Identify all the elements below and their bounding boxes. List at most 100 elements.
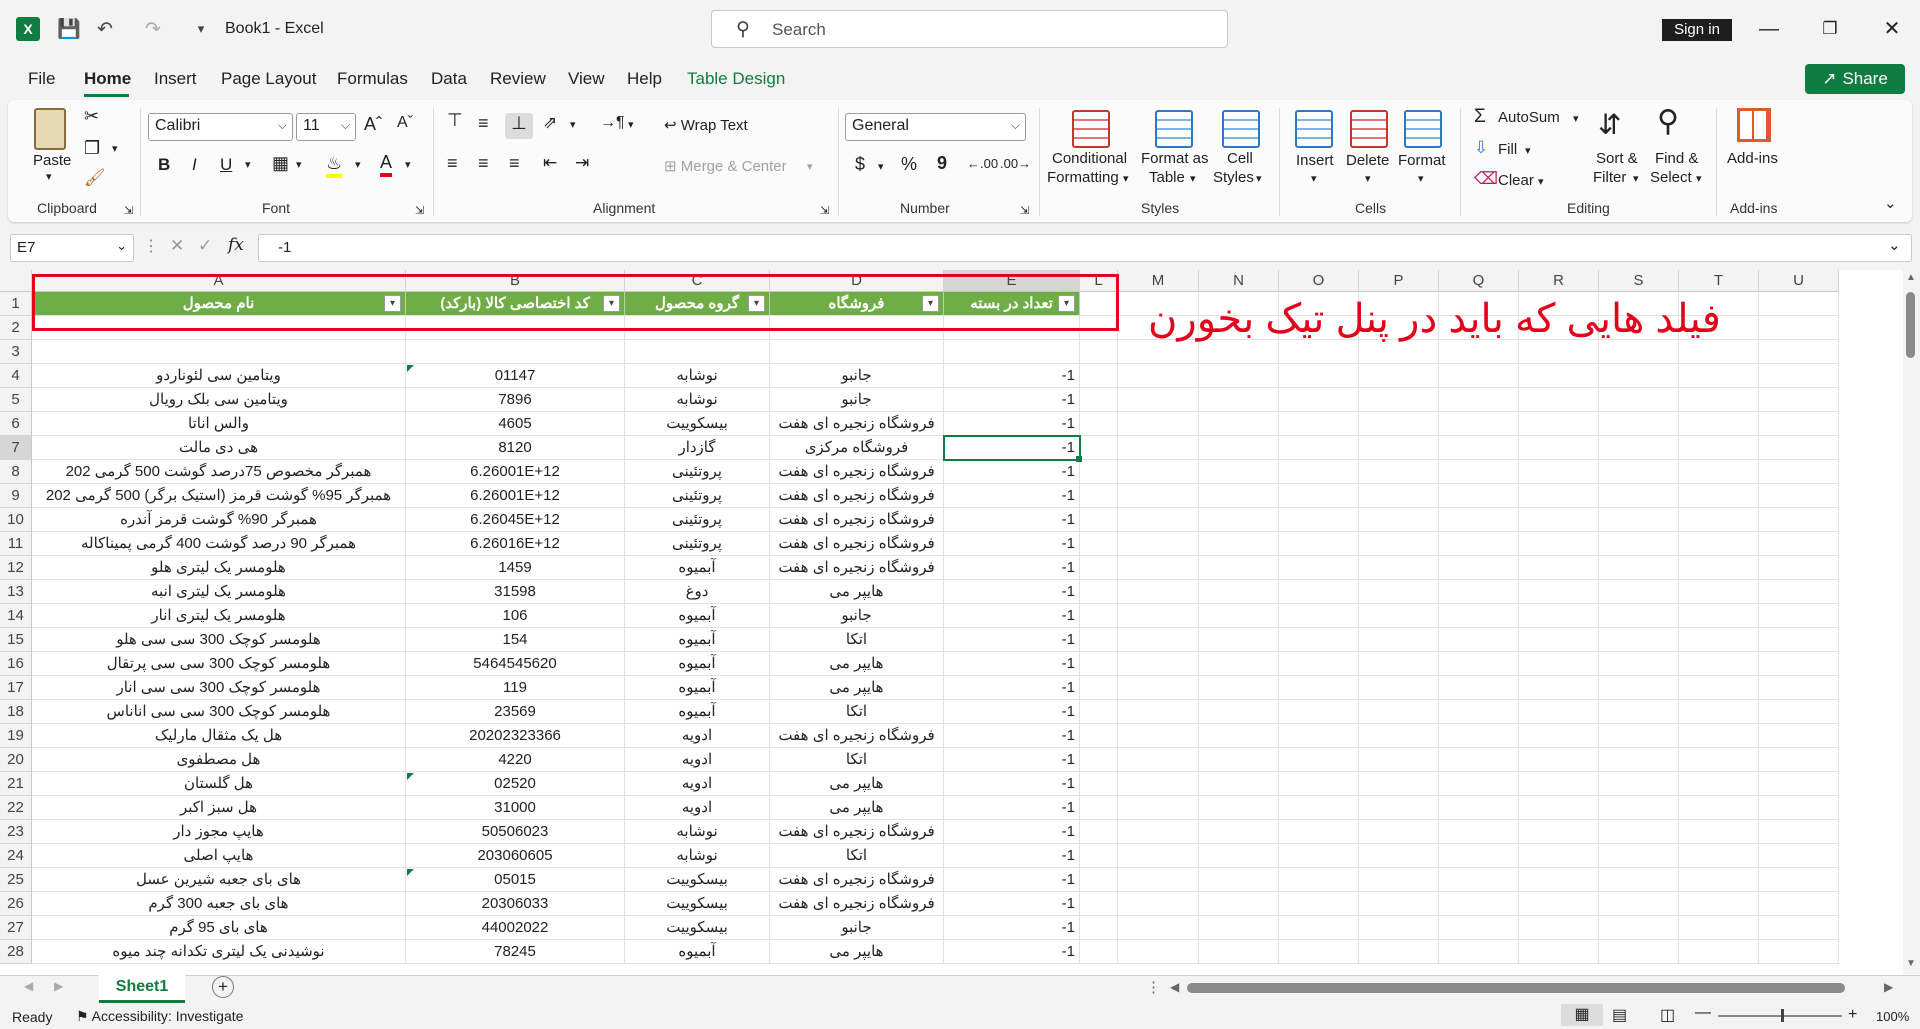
grid-cell[interactable] — [1359, 724, 1439, 748]
grid-cell[interactable] — [1599, 436, 1679, 460]
merge-center-button[interactable]: ⊞ Merge & Center — [664, 157, 787, 175]
vertical-scrollbar[interactable] — [1903, 270, 1920, 975]
find-select-label-2[interactable]: Select — [1650, 169, 1692, 186]
grid-cell[interactable] — [1359, 436, 1439, 460]
pack-count-cell[interactable]: -1 — [944, 412, 1080, 436]
grid-cell[interactable] — [1439, 796, 1519, 820]
grid-cell[interactable] — [1759, 580, 1839, 604]
grid-cell[interactable] — [1359, 772, 1439, 796]
product-name-cell[interactable]: والس اناتا — [32, 412, 406, 436]
find-select-icon[interactable]: ⚲ — [1657, 104, 1679, 139]
row-header[interactable]: 1 — [0, 292, 32, 316]
format-cells-button[interactable]: Format — [1398, 152, 1446, 169]
product-group-cell[interactable]: دوغ — [625, 580, 770, 604]
pack-count-cell[interactable]: -1 — [944, 628, 1080, 652]
grid-cell[interactable] — [1439, 748, 1519, 772]
grid-cell[interactable] — [1199, 628, 1279, 652]
store-cell[interactable]: هایپر می — [770, 940, 944, 964]
product-group-cell[interactable]: آبمیوه — [625, 604, 770, 628]
product-group-cell[interactable]: بیسکوییت — [625, 892, 770, 916]
grid-cell[interactable] — [1199, 460, 1279, 484]
clear-dropdown-icon[interactable]: ▾ — [1538, 175, 1544, 188]
grid-cell[interactable] — [1519, 412, 1599, 436]
search-box[interactable]: ⚲ Search — [711, 10, 1228, 48]
grid-cell[interactable] — [1599, 412, 1679, 436]
store-cell[interactable]: اتکا — [770, 748, 944, 772]
grid-cell[interactable] — [1679, 748, 1759, 772]
grid-cell[interactable] — [1759, 772, 1839, 796]
grid-cell[interactable] — [1118, 868, 1199, 892]
font-size-combo[interactable]: 11 ⌵ — [296, 113, 356, 141]
row-header[interactable]: 19 — [0, 724, 32, 748]
fill-handle[interactable] — [1076, 456, 1082, 462]
grid-cell[interactable] — [1199, 364, 1279, 388]
tab-view[interactable]: View — [568, 69, 605, 89]
row-header[interactable]: 5 — [0, 388, 32, 412]
page-layout-view-icon[interactable]: ▤ — [1612, 1005, 1627, 1025]
grid-cell[interactable] — [1199, 868, 1279, 892]
italic-button[interactable]: I — [192, 155, 197, 175]
grid-cell[interactable] — [1439, 340, 1519, 364]
redo-icon[interactable]: ↷ — [140, 16, 166, 42]
grid-cell[interactable] — [1519, 916, 1599, 940]
alignment-launcher-icon[interactable]: ⇲ — [820, 204, 829, 217]
row-header[interactable]: 16 — [0, 652, 32, 676]
barcode-cell[interactable]: 8120 — [406, 436, 625, 460]
grid-cell[interactable] — [1439, 436, 1519, 460]
borders-dropdown-icon[interactable]: ▾ — [296, 158, 302, 171]
tab-table-design[interactable]: Table Design — [687, 69, 785, 89]
align-top-icon[interactable]: ⊤ — [447, 110, 463, 131]
decrease-font-icon[interactable]: Aˇ — [397, 114, 413, 132]
bold-button[interactable]: B — [158, 155, 170, 175]
grid-cell[interactable] — [1118, 772, 1199, 796]
align-center-icon[interactable]: ≡ — [478, 153, 489, 174]
sort-filter-label-1[interactable]: Sort & — [1596, 150, 1638, 167]
insert-function-button[interactable]: fx — [228, 235, 244, 255]
row-header[interactable]: 11 — [0, 532, 32, 556]
autosum-button[interactable]: AutoSum — [1498, 109, 1560, 126]
pack-count-cell[interactable]: -1 — [944, 748, 1080, 772]
grid-cell[interactable] — [1080, 796, 1118, 820]
grid-cell[interactable] — [1118, 892, 1199, 916]
grid-cell[interactable] — [1679, 604, 1759, 628]
barcode-cell[interactable]: 78245 — [406, 940, 625, 964]
product-name-cell[interactable]: هل سبز اکبر — [32, 796, 406, 820]
barcode-cell[interactable]: 106 — [406, 604, 625, 628]
grid-cell[interactable] — [1439, 940, 1519, 964]
error-indicator-icon[interactable] — [407, 365, 414, 372]
wrap-text-button[interactable]: ↩ Wrap Text — [664, 116, 748, 134]
product-name-cell[interactable]: همبرگر 95% گوشت قرمز (استیک برگر) 500 گر… — [32, 484, 406, 508]
text-direction-icon[interactable]: →¶ — [600, 114, 625, 132]
grid-cell[interactable] — [1279, 892, 1359, 916]
grid-cell[interactable] — [1599, 940, 1679, 964]
store-cell[interactable]: فروشگاه زنجیره ای هفت — [770, 484, 944, 508]
grid-cell[interactable] — [1359, 748, 1439, 772]
align-bottom-icon[interactable]: ⊥ — [505, 113, 533, 139]
paste-dropdown-icon[interactable]: ▾ — [46, 170, 52, 183]
grid-cell[interactable] — [1439, 892, 1519, 916]
decrease-decimal-icon[interactable]: .00→ — [1000, 156, 1031, 171]
product-group-cell[interactable]: بیسکوییت — [625, 868, 770, 892]
grid-cell[interactable] — [1199, 940, 1279, 964]
grid-cell[interactable] — [1519, 844, 1599, 868]
grid-cell[interactable] — [1080, 532, 1118, 556]
clipboard-launcher-icon[interactable]: ⇲ — [124, 204, 133, 217]
grid-cell[interactable] — [1759, 868, 1839, 892]
decrease-indent-icon[interactable]: ⇤ — [543, 153, 557, 173]
product-name-cell[interactable]: هلومسر کوچک 300 سی سی انار — [32, 676, 406, 700]
cell-styles-label-2[interactable]: Styles — [1213, 169, 1254, 186]
grid-cell[interactable] — [1679, 868, 1759, 892]
store-cell[interactable]: اتکا — [770, 844, 944, 868]
grid-cell[interactable] — [1279, 604, 1359, 628]
tab-file[interactable]: File — [28, 69, 55, 89]
grid-cell[interactable] — [770, 340, 944, 364]
pack-count-cell[interactable]: -1 — [944, 604, 1080, 628]
grid-cell[interactable] — [1439, 484, 1519, 508]
grid-cell[interactable] — [1359, 652, 1439, 676]
grid-cell[interactable] — [1439, 916, 1519, 940]
grid-cell[interactable] — [1519, 772, 1599, 796]
grid-cell[interactable] — [1599, 892, 1679, 916]
column-header[interactable]: O — [1279, 270, 1359, 292]
cell-styles-dropdown-icon[interactable]: ▾ — [1256, 172, 1262, 185]
grid-cell[interactable] — [1279, 916, 1359, 940]
